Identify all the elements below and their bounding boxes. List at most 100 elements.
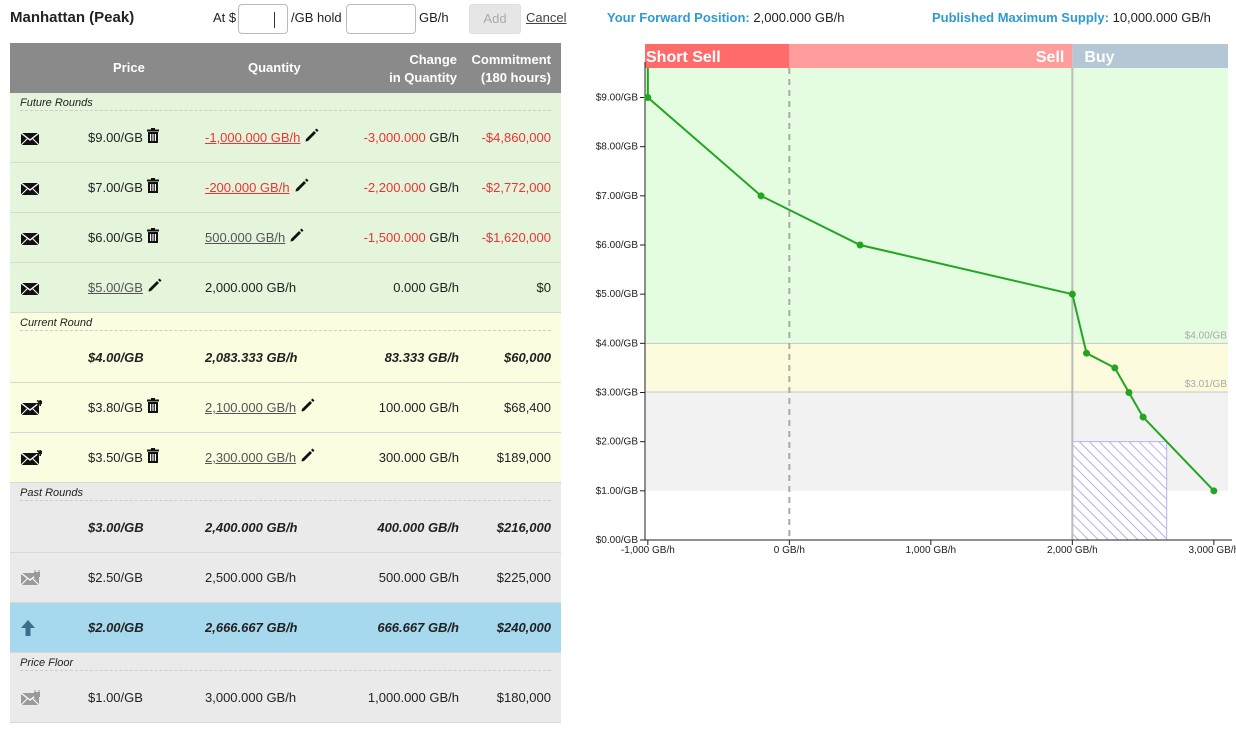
price-cell: $2.00/GB (88, 603, 144, 653)
pencil-icon[interactable] (300, 434, 315, 484)
price-value: $4.00/GB (88, 350, 144, 365)
envelope-icon[interactable] (20, 163, 42, 213)
quantity-value[interactable]: 2,100.000 GB/h (205, 400, 296, 415)
quantity-value: 2,666.667 GB/h (205, 620, 298, 635)
gbh-unit-label: GB/h (419, 10, 449, 25)
change-value: -2,200.000 (363, 180, 426, 195)
price-cell: $7.00/GB (88, 163, 159, 213)
table-row: $7.00/GB -200.000 GB/h -2,200.000 GB/h -$2,… (10, 163, 561, 213)
commitment-hatch-box (1071, 441, 1168, 541)
quantity-value[interactable]: -200.000 GB/h (205, 180, 290, 195)
table-row: $2.00/GB 2,666.667 GB/h 666.667 GB/h $240,0… (10, 603, 561, 653)
change-value: 83.333 GB/h (384, 350, 459, 365)
x-tick-label: 3,000 GB/h (1189, 545, 1236, 556)
pencil-icon[interactable] (304, 114, 319, 164)
pencil-icon[interactable] (294, 164, 309, 214)
quantity-value: 2,000.000 GB/h (205, 280, 297, 295)
x-tick-label: 2,000 GB/h (1047, 545, 1098, 556)
price-value: $6.00/GB (88, 230, 143, 245)
envelope-star-icon[interactable]: ✱ (20, 383, 42, 433)
max-supply-label: Published Maximum Supply: (932, 10, 1109, 25)
top-bar: Manhattan (Peak) At $ /GB hold GB/h Add … (0, 0, 1236, 38)
quantity-cell: 2,100.000 GB/h (205, 383, 315, 433)
quantity-value: 2,400.000 GB/h (205, 520, 298, 535)
data-point (1139, 413, 1147, 421)
section-future-rounds: Future Rounds (10, 93, 561, 113)
price-cell: $5.00/GB (88, 263, 162, 313)
data-point (1125, 389, 1133, 396)
price-cell: $9.00/GB (88, 113, 159, 163)
y-tick-label: $1.00/GB (596, 486, 639, 497)
envelope-icon[interactable] (20, 263, 42, 313)
x-tick-label: -1,000 GB/h (621, 545, 675, 556)
price-cell: $6.00/GB (88, 213, 159, 263)
envelope-icon[interactable] (20, 213, 42, 263)
change-value: 400.000 GB/h (377, 520, 459, 535)
up-arrow-icon[interactable] (20, 603, 42, 653)
quantity-value: 2,500.000 GB/h (205, 570, 297, 585)
commitment-cell: $189,000 (496, 450, 551, 465)
add-button[interactable]: Add (469, 4, 521, 34)
commitment-cell: $240,000 (496, 620, 551, 635)
quantity-cell: 2,666.667 GB/h (205, 603, 298, 653)
buy-label: Buy (1084, 49, 1114, 66)
market-title: Manhattan (Peak) (10, 9, 135, 26)
sell-band (789, 44, 1073, 68)
reference-label: $4.00/GB (1185, 330, 1228, 341)
quantity-cell: 2,300.000 GB/h (205, 433, 315, 483)
change-cell: 666.667 GB/h (377, 603, 459, 653)
demand-chart: Short Sell Sell Buy $4.00/GB $3.01/GB $0.00/G… (578, 40, 1236, 560)
quantity-cell: -200.000 GB/h (205, 163, 309, 213)
quantity-value[interactable]: 500.000 GB/h (205, 230, 285, 245)
future-region (645, 68, 1228, 344)
commitment-cell: $0 (536, 280, 551, 295)
pencil-icon[interactable] (289, 214, 304, 264)
table-row: $5.00/GB 2,000.000 GB/h 0.000 GB/h $0 (10, 263, 561, 313)
text-caret (274, 12, 275, 28)
col-change-line2: in Quantity (389, 70, 457, 85)
price-value: $7.00/GB (88, 180, 143, 195)
price-input[interactable] (238, 4, 288, 34)
quantity-value[interactable]: -1,000.000 GB/h (205, 130, 300, 145)
table-header: Price Quantity Change in Quantity Commit… (10, 43, 561, 93)
no-icon (20, 333, 42, 383)
commitment-cell: $225,000 (496, 570, 551, 585)
quantity-cell: -1,000.000 GB/h (205, 113, 319, 163)
price-cell: $4.00/GB (88, 333, 144, 383)
change-cell: 0.000 GB/h (393, 263, 459, 313)
change-cell: 100.000 GB/h (379, 383, 459, 433)
trash-icon[interactable] (146, 164, 159, 214)
change-cell: 300.000 GB/h (379, 433, 459, 483)
envelope-icon[interactable] (20, 113, 42, 163)
quantity-cell: 2,083.333 GB/h (205, 333, 298, 383)
envelope-star-icon[interactable]: ✱ (20, 433, 42, 483)
short-sell-label: Short Sell (646, 49, 721, 66)
commitment-cell: $216,000 (496, 520, 551, 535)
locked-envelope-icon[interactable] (20, 553, 42, 603)
trash-icon[interactable] (146, 214, 159, 264)
change-value: 100.000 GB/h (378, 400, 459, 415)
price-value[interactable]: $5.00/GB (88, 280, 143, 295)
quantity-cell: 2,400.000 GB/h (205, 503, 298, 553)
max-supply: Published Maximum Supply: 10,000.000 GB/… (932, 10, 1211, 25)
commitment-cell: $68,400 (504, 400, 551, 415)
forward-position: Your Forward Position: 2,000.000 GB/h (607, 10, 844, 25)
locked-envelope-icon[interactable] (20, 673, 42, 723)
table-row: $1.00/GB 3,000.000 GB/h 1,000.000 GB/h $180… (10, 673, 561, 723)
y-tick-label: $2.00/GB (596, 437, 639, 448)
col-commitment-line2: (180 hours) (480, 70, 551, 85)
quantity-input[interactable] (346, 4, 416, 34)
trash-icon[interactable] (146, 384, 159, 434)
trash-icon[interactable] (146, 434, 159, 484)
pencil-icon[interactable] (300, 384, 315, 434)
quantity-value: 2,083.333 GB/h (205, 350, 298, 365)
col-commitment-line1: Commitment (471, 52, 551, 67)
quantity-value[interactable]: 2,300.000 GB/h (205, 450, 296, 465)
table-row: $4.00/GB 2,083.333 GB/h 83.333 GB/h $60,000 (10, 333, 561, 383)
trash-icon[interactable] (146, 114, 159, 164)
change-cell: 400.000 GB/h (377, 503, 459, 553)
col-quantity: Quantity (248, 60, 301, 75)
change-value: -3,000.000 (363, 130, 426, 145)
pencil-icon[interactable] (147, 264, 162, 314)
cancel-link[interactable]: Cancel (526, 10, 566, 25)
